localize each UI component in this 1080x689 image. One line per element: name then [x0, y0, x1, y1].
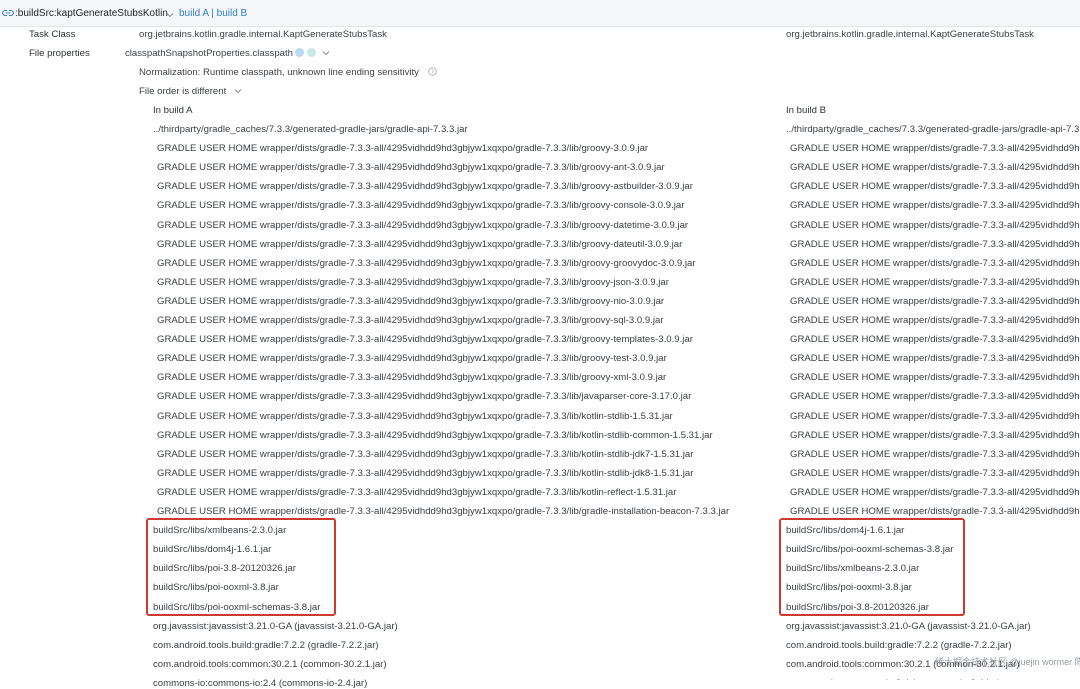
chevron-down-icon[interactable]	[166, 12, 174, 18]
build-b-classpath-entry: GRADLE USER HOME wrapper/dists/gradle-7.…	[790, 391, 1080, 403]
build-a-classpath-entry: GRADLE USER HOME wrapper/dists/gradle-7.…	[157, 353, 667, 365]
build-b-classpath-entry: GRADLE USER HOME wrapper/dists/gradle-7.…	[790, 200, 1080, 212]
build-a-classpath-entry: GRADLE USER HOME wrapper/dists/gradle-7.…	[157, 448, 694, 460]
file-properties-value: classpathSnapshotProperties.classpath	[125, 48, 293, 59]
build-b-classpath-entry: GRADLE USER HOME wrapper/dists/gradle-7.…	[790, 334, 1080, 346]
watermark: 稀土掘金技术社区 @juejin wormer 陈海	[935, 657, 1080, 667]
build-a-classpath-entry: GRADLE USER HOME wrapper/dists/gradle-7.…	[157, 257, 696, 269]
file-order-toggle[interactable]: File order is different	[139, 86, 226, 97]
build-b-classpath-entry: GRADLE USER HOME wrapper/dists/gradle-7.…	[790, 219, 1080, 231]
build-b-classpath-entry: GRADLE USER HOME wrapper/dists/gradle-7.…	[790, 162, 1080, 174]
builds-link[interactable]: build A | build B	[179, 8, 247, 19]
build-b-classpath-entry: GRADLE USER HOME wrapper/dists/gradle-7.…	[790, 448, 1080, 460]
task-class-a: org.jetbrains.kotlin.gradle.internal.Kap…	[139, 29, 387, 40]
build-a-title: In build A	[153, 105, 193, 116]
build-b-classpath-entry: GRADLE USER HOME wrapper/dists/gradle-7.…	[790, 506, 1080, 517]
build-a-classpath-entry: GRADLE USER HOME wrapper/dists/gradle-7.…	[157, 295, 665, 307]
build-b-classpath-entry: GRADLE USER HOME wrapper/dists/gradle-7.…	[790, 372, 1080, 384]
build-a-classpath-entry: GRADLE USER HOME wrapper/dists/gradle-7.…	[157, 315, 664, 326]
build-b-classpath-entry: GRADLE USER HOME wrapper/dists/gradle-7.…	[790, 143, 1080, 155]
build-a-classpath-entry: GRADLE USER HOME wrapper/dists/gradle-7.…	[157, 162, 665, 174]
task-class-b: org.jetbrains.kotlin.gradle.internal.Kap…	[786, 29, 1034, 40]
build-a-classpath-entry: GRADLE USER HOME wrapper/dists/gradle-7.…	[157, 429, 713, 441]
build-a-classpath-entry: com.android.tools:common:30.2.1 (common-…	[153, 658, 387, 670]
build-b-classpath-entry: GRADLE USER HOME wrapper/dists/gradle-7.…	[790, 467, 1080, 479]
build-b-dot	[307, 48, 316, 57]
build-b-classpath-entry: GRADLE USER HOME wrapper/dists/gradle-7.…	[790, 315, 1080, 326]
build-a-dot	[295, 48, 304, 57]
build-a-classpath-entry: GRADLE USER HOME wrapper/dists/gradle-7.…	[157, 238, 683, 250]
build-a-classpath-entry: com.android.tools.build:gradle:7.2.2 (gr…	[153, 639, 379, 651]
build-b-title: In build B	[786, 105, 827, 116]
build-b-classpath-entry: org.javassist:javassist:3.21.0-GA (javas…	[786, 620, 1031, 632]
build-a-classpath-entry: GRADLE USER HOME wrapper/dists/gradle-7.…	[157, 276, 669, 288]
build-a-classpath-entry: GRADLE USER HOME wrapper/dists/gradle-7.…	[157, 219, 689, 231]
chevron-down-icon[interactable]	[234, 88, 242, 94]
build-a-classpath-entry: GRADLE USER HOME wrapper/dists/gradle-7.…	[157, 200, 685, 212]
build-b-classpath-entry: GRADLE USER HOME wrapper/dists/gradle-7.…	[790, 486, 1080, 498]
build-a-classpath-entry: GRADLE USER HOME wrapper/dists/gradle-7.…	[157, 506, 730, 517]
build-a-classpath-entry: GRADLE USER HOME wrapper/dists/gradle-7.…	[157, 391, 692, 403]
link-icon[interactable]	[2, 9, 14, 17]
svg-text:?: ?	[431, 70, 434, 76]
build-b-classpath-entry: GRADLE USER HOME wrapper/dists/gradle-7.…	[790, 276, 1080, 288]
build-a-classpath-entry: org.javassist:javassist:3.21.0-GA (javas…	[153, 620, 398, 632]
build-b-classpath-entry: GRADLE USER HOME wrapper/dists/gradle-7.…	[790, 257, 1080, 269]
build-a-classpath-entry: GRADLE USER HOME wrapper/dists/gradle-7.…	[157, 486, 677, 498]
task-path[interactable]: :buildSrc:kaptGenerateStubsKotlin	[15, 8, 168, 19]
build-b-classpath-entry: GRADLE USER HOME wrapper/dists/gradle-7.…	[790, 181, 1080, 193]
task-header: :buildSrc:kaptGenerateStubsKotlin build …	[0, 0, 1080, 27]
build-b-classpath-entry: GRADLE USER HOME wrapper/dists/gradle-7.…	[790, 410, 1080, 422]
build-a-classpath-entry: GRADLE USER HOME wrapper/dists/gradle-7.…	[157, 467, 694, 479]
build-b-classpath-entry: GRADLE USER HOME wrapper/dists/gradle-7.…	[790, 295, 1080, 307]
build-a-classpath-entry: GRADLE USER HOME wrapper/dists/gradle-7.…	[157, 372, 667, 384]
info-icon[interactable]: ?	[428, 67, 437, 76]
build-a-classpath-entry: GRADLE USER HOME wrapper/dists/gradle-7.…	[157, 334, 693, 346]
chevron-down-icon[interactable]	[322, 50, 330, 56]
build-b-diff-highlight	[779, 518, 965, 616]
build-b-classpath-entry: GRADLE USER HOME wrapper/dists/gradle-7.…	[790, 238, 1080, 250]
task-class-label: Task Class	[29, 29, 76, 40]
file-properties-label: File properties	[29, 48, 90, 59]
build-a-classpath-entry: GRADLE USER HOME wrapper/dists/gradle-7.…	[157, 143, 649, 155]
build-a-classpath-entry: GRADLE USER HOME wrapper/dists/gradle-7.…	[157, 181, 693, 193]
normalization-text: Normalization: Runtime classpath, unknow…	[139, 67, 419, 78]
build-a-classpath-entry: ../thirdparty/gradle_caches/7.3.3/genera…	[153, 124, 468, 135]
build-b-classpath-entry: GRADLE USER HOME wrapper/dists/gradle-7.…	[790, 353, 1080, 365]
build-a-classpath-entry: GRADLE USER HOME wrapper/dists/gradle-7.…	[157, 410, 673, 422]
build-b-classpath-entry: ../thirdparty/gradle_caches/7.3.3/genera…	[786, 124, 1080, 135]
build-a-diff-highlight	[146, 518, 336, 616]
build-b-classpath-entry: GRADLE USER HOME wrapper/dists/gradle-7.…	[790, 429, 1080, 441]
build-b-classpath-entry: com.android.tools.build:gradle:7.2.2 (gr…	[786, 639, 1012, 651]
